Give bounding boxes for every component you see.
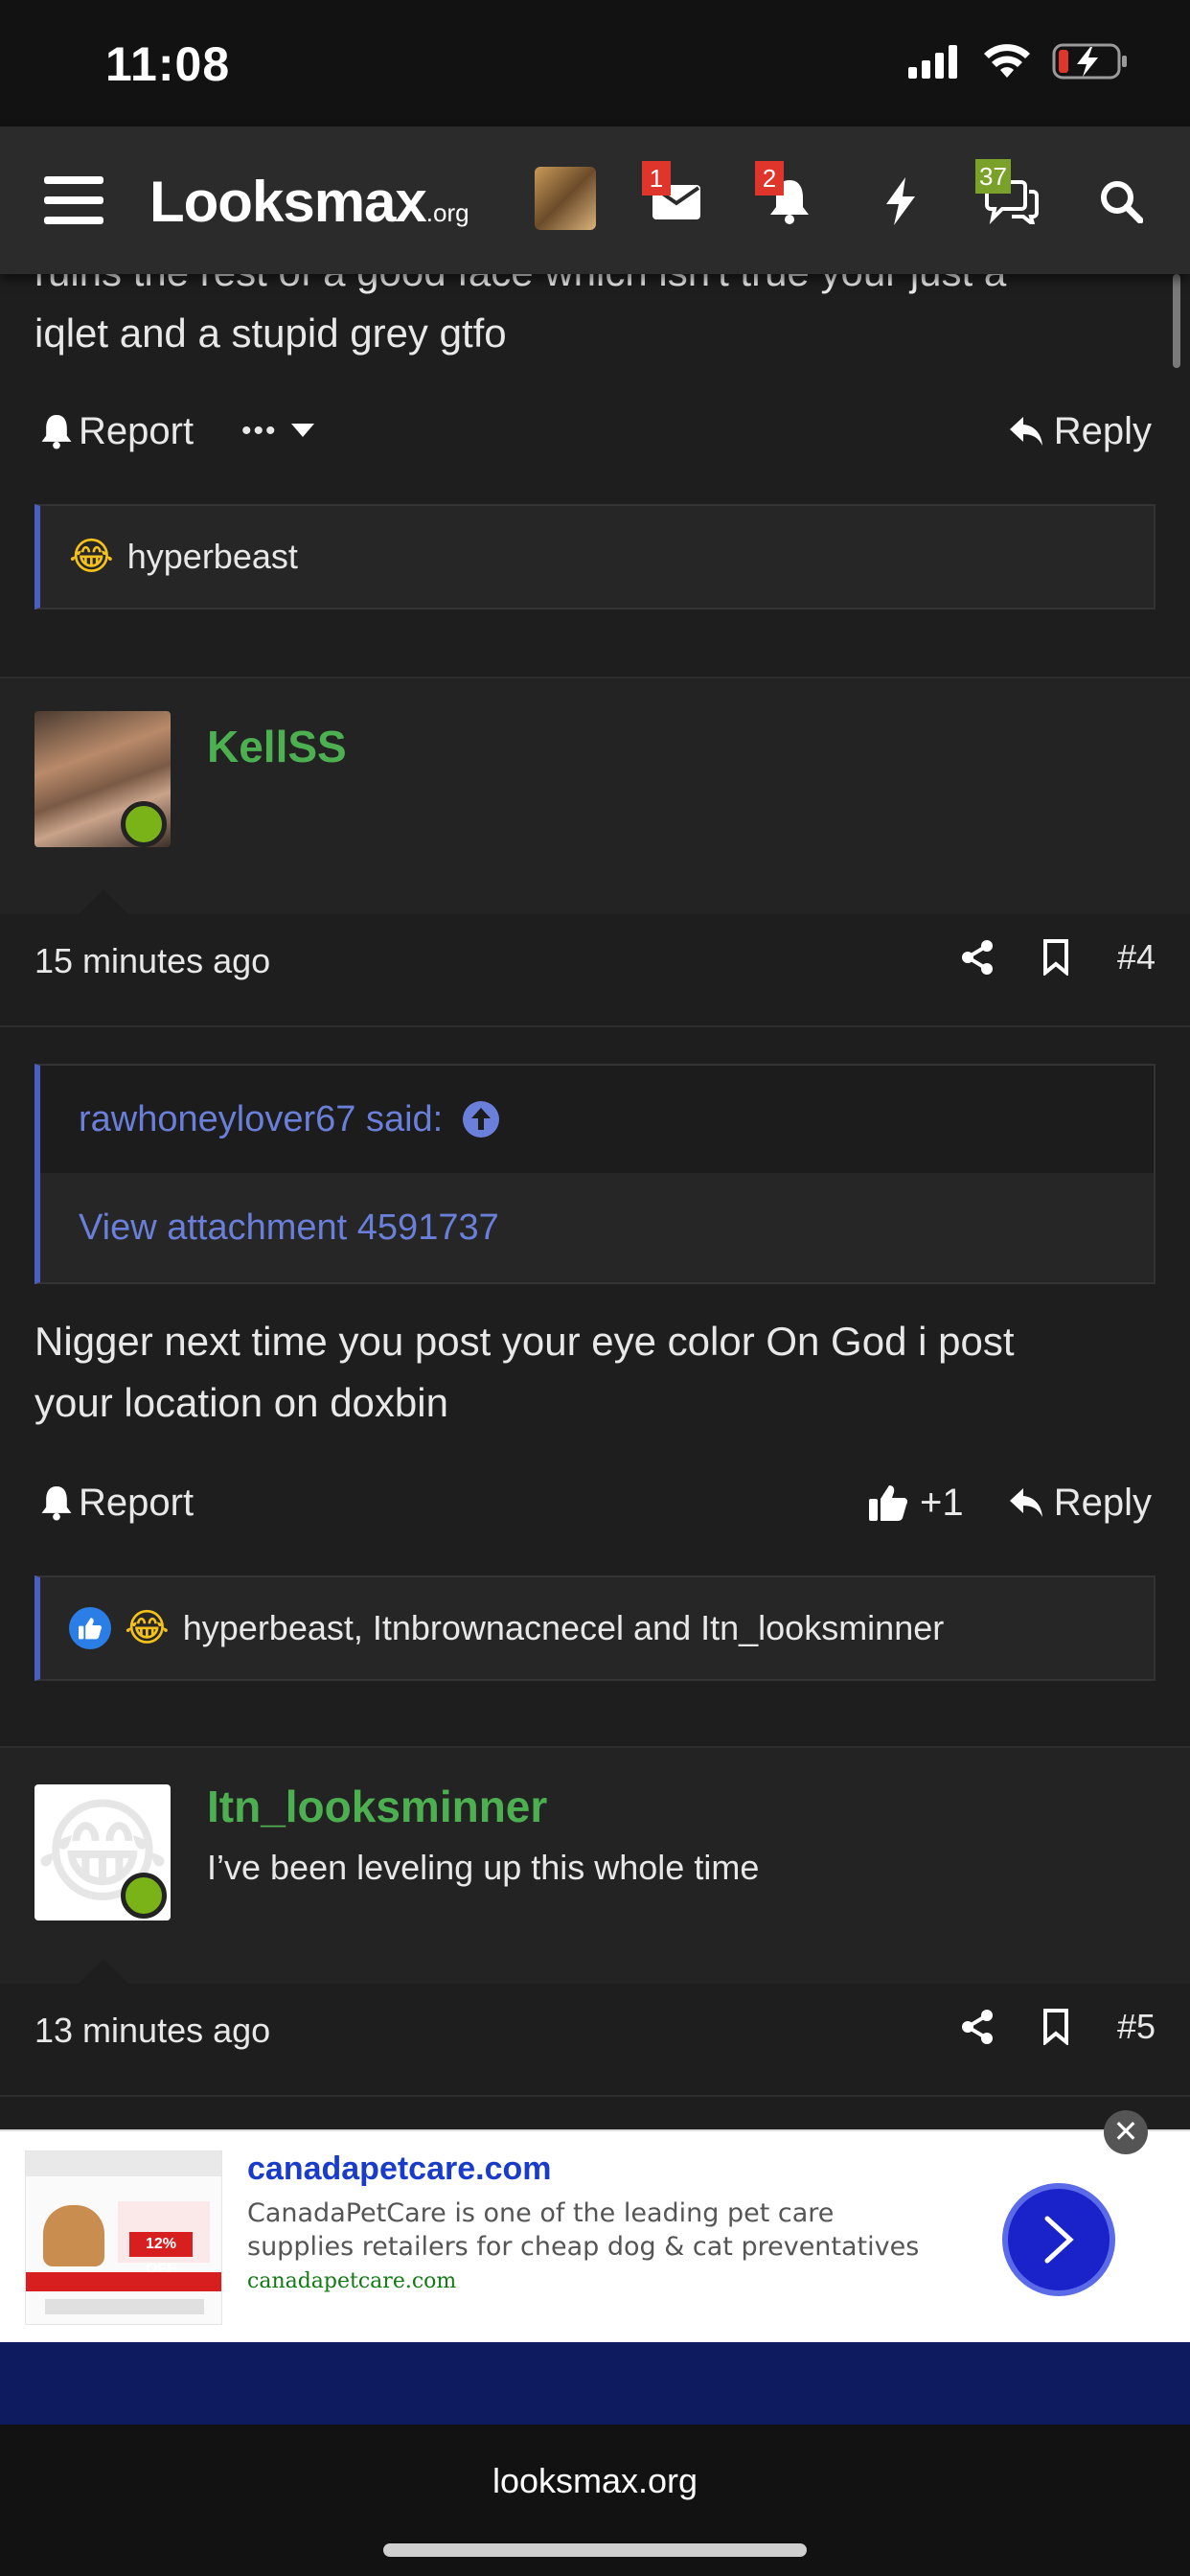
post-4-meta: 15 minutes ago #4: [0, 914, 1190, 1010]
post-4-number[interactable]: #4: [1117, 937, 1156, 978]
more-dots: •••: [241, 415, 278, 447]
lightning-icon: [886, 177, 915, 225]
chat-badge: 37: [975, 159, 1011, 194]
post-4-body: Nigger next time you post your eye color…: [34, 1311, 1156, 1434]
whats-new-button[interactable]: [870, 171, 931, 232]
post-3-reactions[interactable]: 😂 hyperbeast: [34, 504, 1156, 610]
thread-content: ruins the rest of a good face which isn'…: [0, 274, 1190, 2129]
scrollbar-thumb[interactable]: [1173, 274, 1180, 368]
quote-author: rawhoneylover67 said:: [79, 1098, 444, 1139]
ad-close-button[interactable]: ✕: [1104, 2110, 1148, 2154]
browser-bottom-bar: looksmax.org: [0, 2425, 1190, 2576]
report-label: Report: [79, 1481, 195, 1524]
post-4-actions: Report +1 Reply: [0, 1464, 1190, 1541]
arrow-up-circle-icon[interactable]: [462, 1100, 500, 1138]
top-navbar: Looksmax.org 1 2 37: [0, 126, 1190, 274]
post-4-quote: rawhoneylover67 said: View attachment 45…: [34, 1064, 1156, 1284]
post-4-line-1: Nigger next time you post your eye color…: [34, 1319, 1015, 1364]
thumbs-up-icon: [869, 1485, 907, 1521]
caret-down-icon: [290, 424, 314, 437]
report-button[interactable]: Report: [40, 1482, 194, 1525]
account-avatar[interactable]: [535, 167, 596, 230]
post-5-meta-icons: #5: [960, 2007, 1156, 2047]
post-4-reactions[interactable]: 😂 hyperbeast, Itnbrownacnecel and Itn_lo…: [34, 1576, 1156, 1681]
status-bar: 11:08: [0, 0, 1190, 126]
user-title: I’ve been leveling up this whole time: [207, 1848, 760, 1887]
laughing-tears-emoji-icon: 😂: [69, 536, 114, 578]
battery-charging-icon: [1052, 43, 1127, 80]
user-block-pointer: [79, 889, 128, 914]
online-status-dot: [121, 1873, 167, 1919]
logo-text: Looksmax: [149, 170, 427, 234]
wifi-icon: [984, 44, 1030, 78]
signal-icon: [908, 45, 957, 79]
quote-body: View attachment 4591737: [40, 1173, 1154, 1282]
inbox-badge: 1: [642, 161, 671, 196]
more-options-button[interactable]: •••: [241, 415, 314, 448]
bookmark-icon[interactable]: [1042, 2009, 1069, 2045]
post-4-user-block: KellSS: [0, 678, 1190, 914]
ad-banner[interactable]: 12% OFF canadapetcare.com CanadaPetCare …: [0, 2129, 1190, 2342]
reply-label: Reply: [1053, 1481, 1152, 1524]
like-count: +1: [920, 1481, 964, 1524]
browser-url[interactable]: looksmax.org: [0, 2461, 1190, 2501]
post-5-user-block: 😂 Itn_looksminner I’ve been leveling up …: [0, 1748, 1190, 1984]
alerts-button[interactable]: 2: [755, 161, 820, 232]
search-icon: [1101, 181, 1143, 223]
post-5-number[interactable]: #5: [1117, 2007, 1156, 2047]
meta-divider: [0, 1025, 1190, 1027]
ad-bottom-band: [0, 2342, 1190, 2425]
reactions-users: hyperbeast: [126, 537, 298, 576]
view-attachment-link[interactable]: View attachment 4591737: [79, 1208, 499, 1249]
ad-title[interactable]: canadapetcare.com: [247, 2150, 552, 2188]
post-5-meta: 13 minutes ago #5: [0, 1984, 1190, 2080]
search-button[interactable]: [1090, 171, 1152, 232]
ad-url[interactable]: canadapetcare.com: [247, 2269, 456, 2293]
reply-button[interactable]: Reply: [1008, 1482, 1152, 1525]
report-button[interactable]: Report: [40, 410, 194, 453]
post-4-meta-icons: #4: [960, 937, 1156, 978]
ad-cta-button[interactable]: [1002, 2183, 1115, 2296]
reactions-users: hyperbeast, Itnbrownacnecel and Itn_look…: [182, 1608, 945, 1647]
bell-icon: [41, 1486, 72, 1521]
chevron-right-icon: [1044, 2216, 1074, 2264]
reply-button[interactable]: Reply: [1008, 410, 1152, 453]
post-3-line-1: ruins the rest of a good face which isn'…: [34, 274, 1156, 303]
post-5-timestamp[interactable]: 13 minutes ago: [34, 2011, 270, 2051]
username-kellss[interactable]: KellSS: [207, 721, 347, 772]
report-label: Report: [79, 409, 195, 452]
ad-thumbnail: 12% OFF: [25, 2150, 222, 2325]
ad-description: CanadaPetCare is one of the leading pet …: [247, 2198, 920, 2262]
share-icon[interactable]: [960, 2009, 995, 2045]
like-button[interactable]: +1: [868, 1482, 964, 1525]
share-icon[interactable]: [960, 939, 995, 976]
bookmark-icon[interactable]: [1042, 939, 1069, 976]
user-block-pointer: [79, 1959, 128, 1984]
reply-arrow-icon: [1009, 417, 1042, 446]
status-time: 11:08: [105, 37, 231, 91]
post-3-body: ruins the rest of a good face which isn'…: [34, 274, 1156, 364]
bell-icon: [41, 415, 72, 449]
hamburger-menu-icon[interactable]: [44, 176, 103, 224]
alerts-badge: 2: [755, 161, 784, 196]
site-logo[interactable]: Looksmax.org: [149, 169, 469, 235]
online-status-dot: [121, 801, 167, 847]
post-4-line-2: your location on doxbin: [34, 1380, 448, 1425]
inbox-button[interactable]: 1: [642, 161, 707, 232]
reply-label: Reply: [1053, 409, 1152, 452]
ad-thumb-badge: 12% OFF: [129, 2232, 193, 2277]
post-4-timestamp[interactable]: 15 minutes ago: [34, 941, 270, 981]
like-reaction-icon: [69, 1607, 111, 1649]
laughing-tears-emoji-icon: 😂: [125, 1607, 170, 1649]
reply-arrow-icon: [1009, 1488, 1042, 1517]
post-3-line-2: iqlet and a stupid grey gtfo: [34, 310, 507, 356]
meta-divider: [0, 2095, 1190, 2097]
status-icons: [908, 42, 1129, 80]
post-3-actions: Report ••• Reply: [0, 393, 1190, 470]
home-indicator[interactable]: [383, 2543, 807, 2557]
username-itn-looksminner[interactable]: Itn_looksminner: [207, 1781, 547, 1832]
quote-header[interactable]: rawhoneylover67 said:: [40, 1066, 1154, 1173]
logo-suffix: .org: [425, 198, 469, 227]
chat-button[interactable]: 37: [975, 159, 1042, 232]
